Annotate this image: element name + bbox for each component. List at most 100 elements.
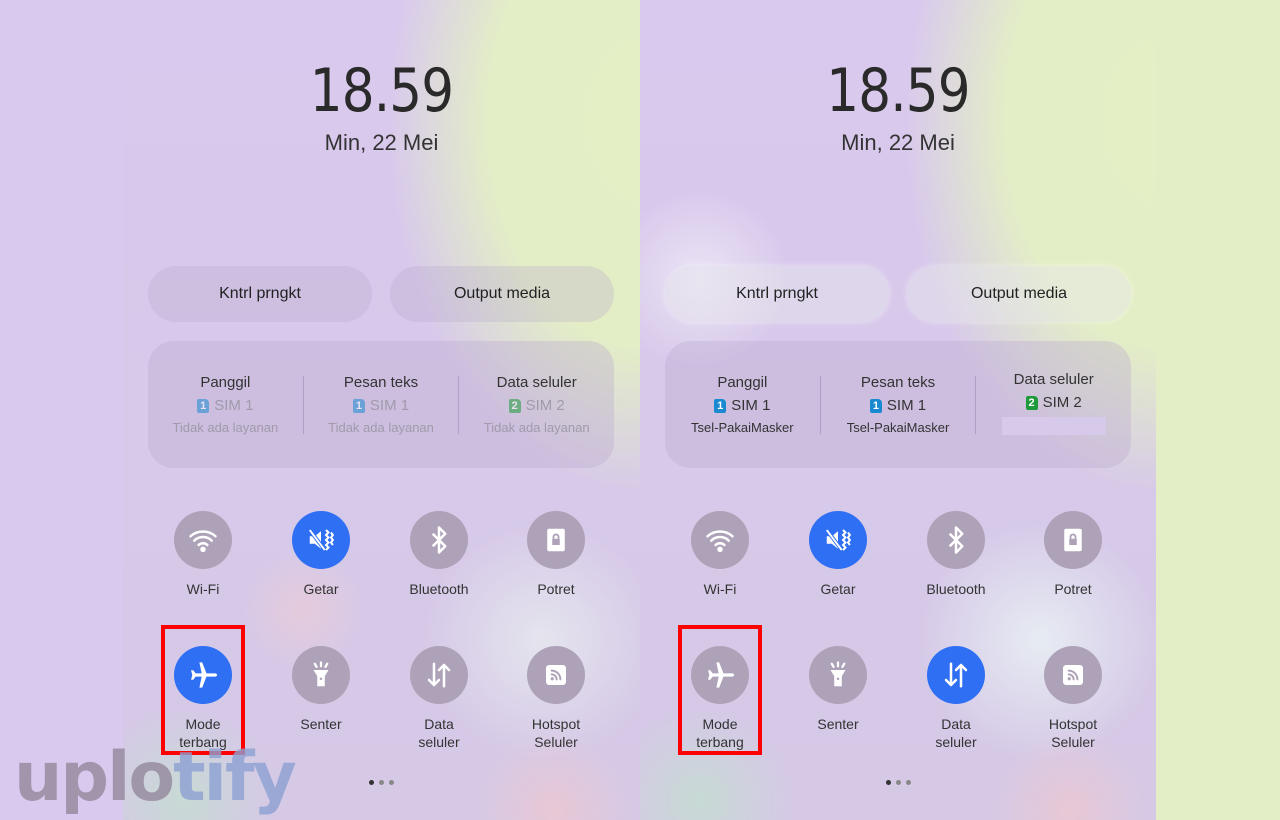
page-dot[interactable] [895,780,901,785]
sim-network: Tsel-PakaiMasker [691,420,794,435]
bluetooth-icon [941,525,971,555]
tile-potret[interactable]: Potret [506,511,606,598]
tile-getar[interactable]: Getar [788,511,888,598]
tile-hotspot-seluler[interactable]: Hotspot Seluler [506,646,606,751]
sim-line: 2 SIM 2 [508,397,565,414]
tile-toggle[interactable] [809,511,867,569]
sim-network: Tidak ada layanan [172,420,279,435]
tile-toggle[interactable] [410,646,468,704]
watermark-logo: uplotify [14,738,297,817]
watermark-part2: tify [173,738,297,817]
sim2-icon: 2 [508,398,521,413]
sim-col-title: Data seluler [1013,371,1094,388]
tile-toggle[interactable] [809,646,867,704]
sim1-icon: 1 [352,398,365,413]
tile-data-seluler[interactable]: Data seluler [906,646,1006,751]
page-dot[interactable] [885,780,891,785]
tile-label: Potret [537,581,575,597]
device-control-button[interactable]: Kntrl prngkt [148,266,372,322]
sim-col-title: Panggil [200,374,251,391]
flashlight-icon [306,660,336,690]
redacted-network-name [1001,417,1106,435]
clock: 18.59 [309,56,454,126]
sim1-icon: 1 [197,398,210,413]
tile-senter[interactable]: Senter [788,646,888,733]
tile-wi-fi[interactable]: Wi-Fi [153,511,253,598]
date: Min, 22 Mei [324,130,439,155]
mobile-data-icon [424,660,454,690]
sim-calls: Panggil 1 SIM 1 Tidak ada layanan [148,374,303,435]
tile-label: Potret [1054,581,1092,597]
sim-label: SIM 1 [214,397,254,414]
tile-label: Getar [820,581,856,597]
quick-panel-before: 18.59 Min, 22 Mei Kntrl prngkt Output me… [123,0,640,820]
sim-messages: Pesan teks 1 SIM 1 Tidak ada layanan [304,374,459,435]
sim-label: SIM 2 [525,397,565,414]
tile-hotspot-seluler[interactable]: Hotspot Seluler [1023,646,1123,751]
flashlight-icon [823,660,853,690]
page-dot[interactable] [369,780,374,785]
sim-line: 1 SIM 1 [869,397,927,414]
tile-label: Bluetooth [926,581,986,597]
portrait-lock-icon [541,525,571,555]
tile-toggle[interactable] [410,511,468,569]
tile-label: Hotspot Seluler [531,716,581,750]
tile-toggle[interactable] [691,511,749,569]
vibrate-icon [306,525,336,555]
tile-getar[interactable]: Getar [271,511,371,598]
tile-label: Hotspot Seluler [1048,716,1098,750]
sim-label: SIM 2 [1042,394,1082,411]
date: Min, 22 Mei [841,130,955,155]
sim-network [1001,417,1106,438]
tile-toggle[interactable] [1044,646,1102,704]
tile-label: Senter [300,716,342,732]
tile-label: Data seluler [418,716,460,750]
tile-senter[interactable]: Senter [271,646,371,733]
sim-mobile-data: Data seluler 2 SIM 2 [976,371,1131,438]
sim-line: 2 SIM 2 [1025,394,1082,411]
tile-label: Wi-Fi [703,581,737,597]
sim-network: Tidak ada layanan [328,420,434,435]
sim-label: SIM 1 [886,397,927,414]
portrait-lock-icon [1058,525,1088,555]
sim-info-card[interactable]: Panggil 1 SIM 1 Tsel-PakaiMasker Pesan t… [665,341,1131,468]
tile-label: Getar [303,581,339,597]
sim-line: 1 SIM 1 [714,397,770,414]
background-right [1156,0,1280,820]
tile-toggle[interactable] [292,646,350,704]
watermark-part1: uplo [14,738,175,817]
tile-toggle[interactable] [174,511,232,569]
tile-toggle[interactable] [927,646,985,704]
tile-toggle[interactable] [527,511,585,569]
sim-network: Tsel-PakaiMasker [846,420,950,435]
media-output-button[interactable]: Output media [907,266,1131,322]
sim-messages: Pesan teks 1 SIM 1 Tsel-PakaiMasker [821,374,976,435]
sim-calls: Panggil 1 SIM 1 Tsel-PakaiMasker [665,374,820,435]
tile-potret[interactable]: Potret [1023,511,1123,598]
tile-label: Data seluler [935,716,977,750]
tile-toggle[interactable] [292,511,350,569]
mobile-data-icon [941,660,971,690]
tile-toggle[interactable] [1044,511,1102,569]
sim-mobile-data: Data seluler 2 SIM 2 Tidak ada layanan [459,374,614,435]
vibrate-icon [823,525,853,555]
tile-toggle[interactable] [927,511,985,569]
page-dot[interactable] [905,780,911,785]
sim-col-title: Pesan teks [860,374,936,391]
tile-label: Wi-Fi [186,581,220,597]
page-dot[interactable] [389,780,394,785]
tile-bluetooth[interactable]: Bluetooth [389,511,489,598]
hotspot-icon [541,660,571,690]
highlight-box [678,625,762,755]
tile-data-seluler[interactable]: Data seluler [389,646,489,751]
device-control-button[interactable]: Kntrl prngkt [665,266,889,322]
tile-label: Bluetooth [409,581,469,597]
highlight-box [161,625,245,755]
tile-toggle[interactable] [527,646,585,704]
tile-wi-fi[interactable]: Wi-Fi [670,511,770,598]
sim-info-card[interactable]: Panggil 1 SIM 1 Tidak ada layanan Pesan … [148,341,614,468]
page-dot[interactable] [379,780,384,785]
tile-bluetooth[interactable]: Bluetooth [906,511,1006,598]
sim-line: 1 SIM 1 [197,397,253,414]
media-output-button[interactable]: Output media [390,266,614,322]
